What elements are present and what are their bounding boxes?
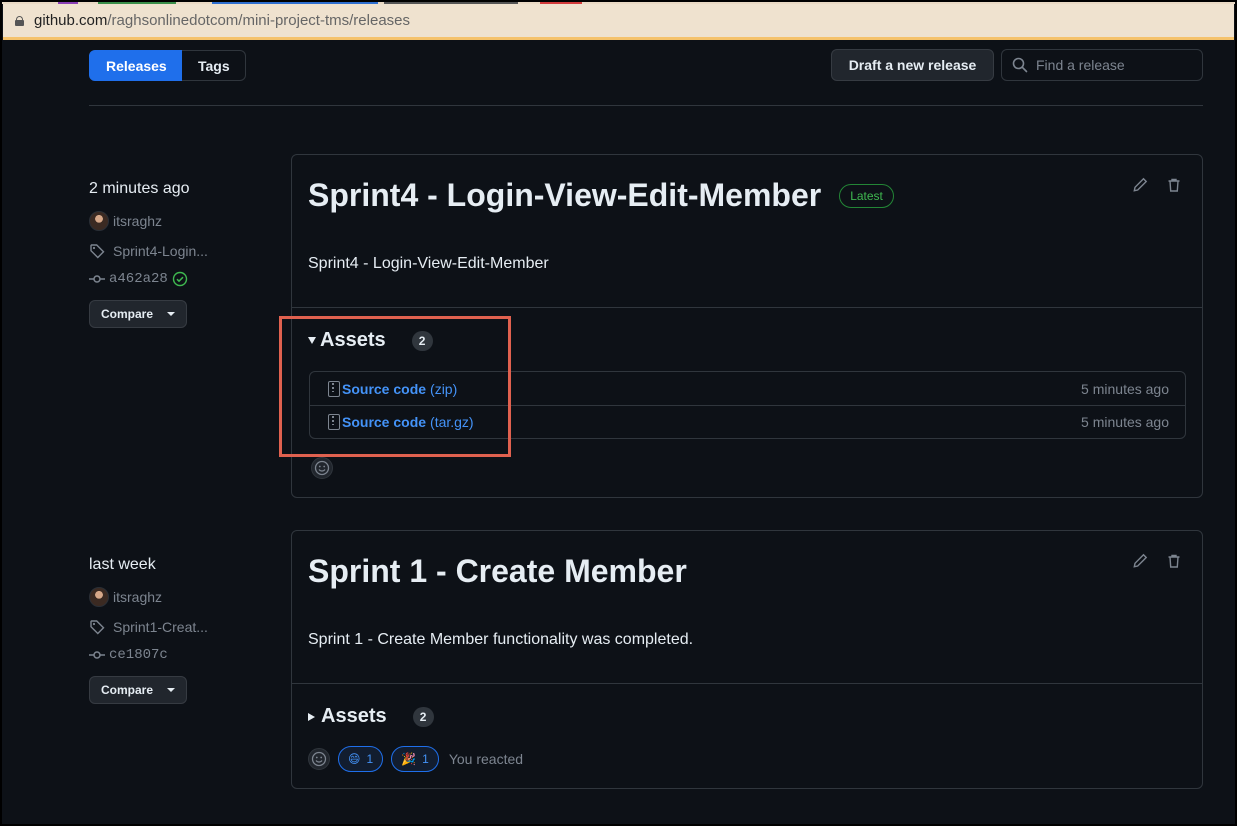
url-host: github.com	[34, 12, 108, 29]
pencil-icon	[1133, 177, 1148, 192]
asset-row[interactable]: Source code (tar.gz) 5 minutes ago	[310, 405, 1185, 438]
assets-toggle[interactable]: Assets 2	[308, 329, 433, 352]
search-icon	[1012, 57, 1028, 73]
release-meta: 2 minutes ago itsraghz Sprint4-Login... …	[89, 180, 279, 328]
asset-extension[interactable]: (zip)	[430, 381, 457, 397]
search-input[interactable]	[1036, 57, 1196, 73]
commit-sha[interactable]: ce1807c	[109, 647, 168, 663]
asset-time: 5 minutes ago	[1081, 414, 1169, 430]
add-reaction-button[interactable]	[308, 748, 330, 770]
smiley-icon	[311, 751, 327, 767]
commit-row[interactable]: ce1807c	[89, 644, 279, 666]
edit-button[interactable]	[1130, 551, 1150, 571]
chevron-down-icon	[167, 312, 175, 316]
tag-row[interactable]: Sprint1-Creat...	[89, 616, 279, 638]
commit-sha[interactable]: a462a28	[109, 271, 168, 287]
release-description: Sprint4 - Login-View-Edit-Member	[308, 255, 549, 272]
triangle-right-icon	[308, 712, 315, 721]
author-row[interactable]: itsraghz	[89, 586, 279, 608]
divider	[292, 683, 1202, 684]
reaction-smile-button[interactable]: 😄 1	[338, 746, 384, 772]
tags-tab[interactable]: Tags	[182, 50, 246, 81]
release-title[interactable]: Sprint 1 - Create Member	[308, 553, 687, 590]
asset-name[interactable]: Source code	[342, 381, 426, 397]
assets-toggle[interactable]: Assets 2	[308, 705, 434, 728]
divider	[292, 307, 1202, 308]
file-zip-icon	[328, 380, 340, 397]
assets-count-badge: 2	[412, 706, 434, 727]
url-path: /raghsonlinedotcom/mini-project-tms/rele…	[107, 12, 410, 29]
release-time: 2 minutes ago	[89, 180, 190, 197]
compare-label: Compare	[100, 307, 153, 321]
commit-row[interactable]: a462a28	[89, 268, 279, 290]
tag-icon	[90, 620, 105, 635]
triangle-down-icon	[308, 337, 316, 344]
assets-count-badge: 2	[411, 330, 433, 351]
reactions-bar: 😄 1 🎉 1 You reacted	[308, 746, 523, 772]
avatar[interactable]	[89, 587, 109, 607]
release-card: Sprint 1 - Create Member Sprint 1 - Crea…	[291, 530, 1203, 789]
latest-badge: Latest	[839, 183, 894, 208]
edit-button[interactable]	[1130, 175, 1150, 195]
releases-tab[interactable]: Releases	[89, 50, 182, 81]
address-bar[interactable]: github.com/raghsonlinedotcom/mini-projec…	[3, 4, 1234, 40]
release-meta: last week itsraghz Sprint1-Creat... ce18…	[89, 556, 279, 704]
compare-button[interactable]: Compare	[89, 300, 187, 328]
tag-name[interactable]: Sprint4-Login...	[113, 243, 208, 259]
pencil-icon	[1133, 553, 1148, 568]
commit-icon	[89, 275, 105, 283]
release-title[interactable]: Sprint4 - Login-View-Edit-Member	[308, 177, 821, 214]
smiley-icon	[314, 460, 330, 476]
draft-new-release-button[interactable]: Draft a new release	[831, 49, 994, 81]
check-circle-icon	[172, 271, 188, 287]
reaction-hooray-button[interactable]: 🎉 1	[391, 746, 439, 772]
releases-tags-toggle: Releases Tags	[89, 50, 246, 81]
author-name[interactable]: itsraghz	[113, 589, 162, 605]
release-time: last week	[89, 556, 156, 573]
trash-icon	[1168, 178, 1180, 192]
tag-icon	[90, 244, 105, 259]
reaction-count: 1	[366, 752, 374, 766]
commit-icon	[89, 651, 105, 659]
assets-label: Assets	[321, 705, 387, 727]
file-zip-icon	[328, 414, 340, 430]
delete-button[interactable]	[1164, 175, 1184, 195]
author-name[interactable]: itsraghz	[113, 213, 162, 229]
release-description: Sprint 1 - Create Member functionality w…	[308, 631, 694, 648]
avatar[interactable]	[89, 211, 109, 231]
author-row[interactable]: itsraghz	[89, 210, 279, 232]
asset-name[interactable]: Source code	[342, 414, 426, 430]
party-popper-icon: 🎉	[401, 752, 417, 766]
assets-label: Assets	[320, 329, 386, 351]
reaction-count: 1	[422, 752, 429, 766]
compare-label: Compare	[100, 683, 153, 697]
find-release-search[interactable]	[1001, 49, 1203, 81]
trash-icon	[1168, 554, 1180, 568]
add-reaction-button[interactable]	[311, 457, 333, 479]
tag-row[interactable]: Sprint4-Login...	[89, 240, 279, 262]
divider	[89, 105, 1203, 106]
smile-emoji-icon: 😄	[348, 752, 361, 766]
release-header: Sprint 1 - Create Member	[308, 553, 687, 590]
asset-row[interactable]: Source code (zip) 5 minutes ago	[310, 372, 1185, 405]
chevron-down-icon	[167, 688, 175, 692]
you-reacted-label: You reacted	[448, 751, 524, 767]
release-card: Sprint4 - Login-View-Edit-Member Latest …	[291, 154, 1203, 498]
lock-icon	[15, 15, 24, 26]
tag-name[interactable]: Sprint1-Creat...	[113, 619, 208, 635]
assets-list: Source code (zip) 5 minutes ago Source c…	[309, 371, 1186, 439]
compare-button[interactable]: Compare	[89, 676, 187, 704]
release-header: Sprint4 - Login-View-Edit-Member Latest	[308, 177, 894, 214]
asset-time: 5 minutes ago	[1081, 380, 1169, 397]
delete-button[interactable]	[1164, 551, 1184, 571]
asset-extension[interactable]: (tar.gz)	[430, 414, 474, 430]
